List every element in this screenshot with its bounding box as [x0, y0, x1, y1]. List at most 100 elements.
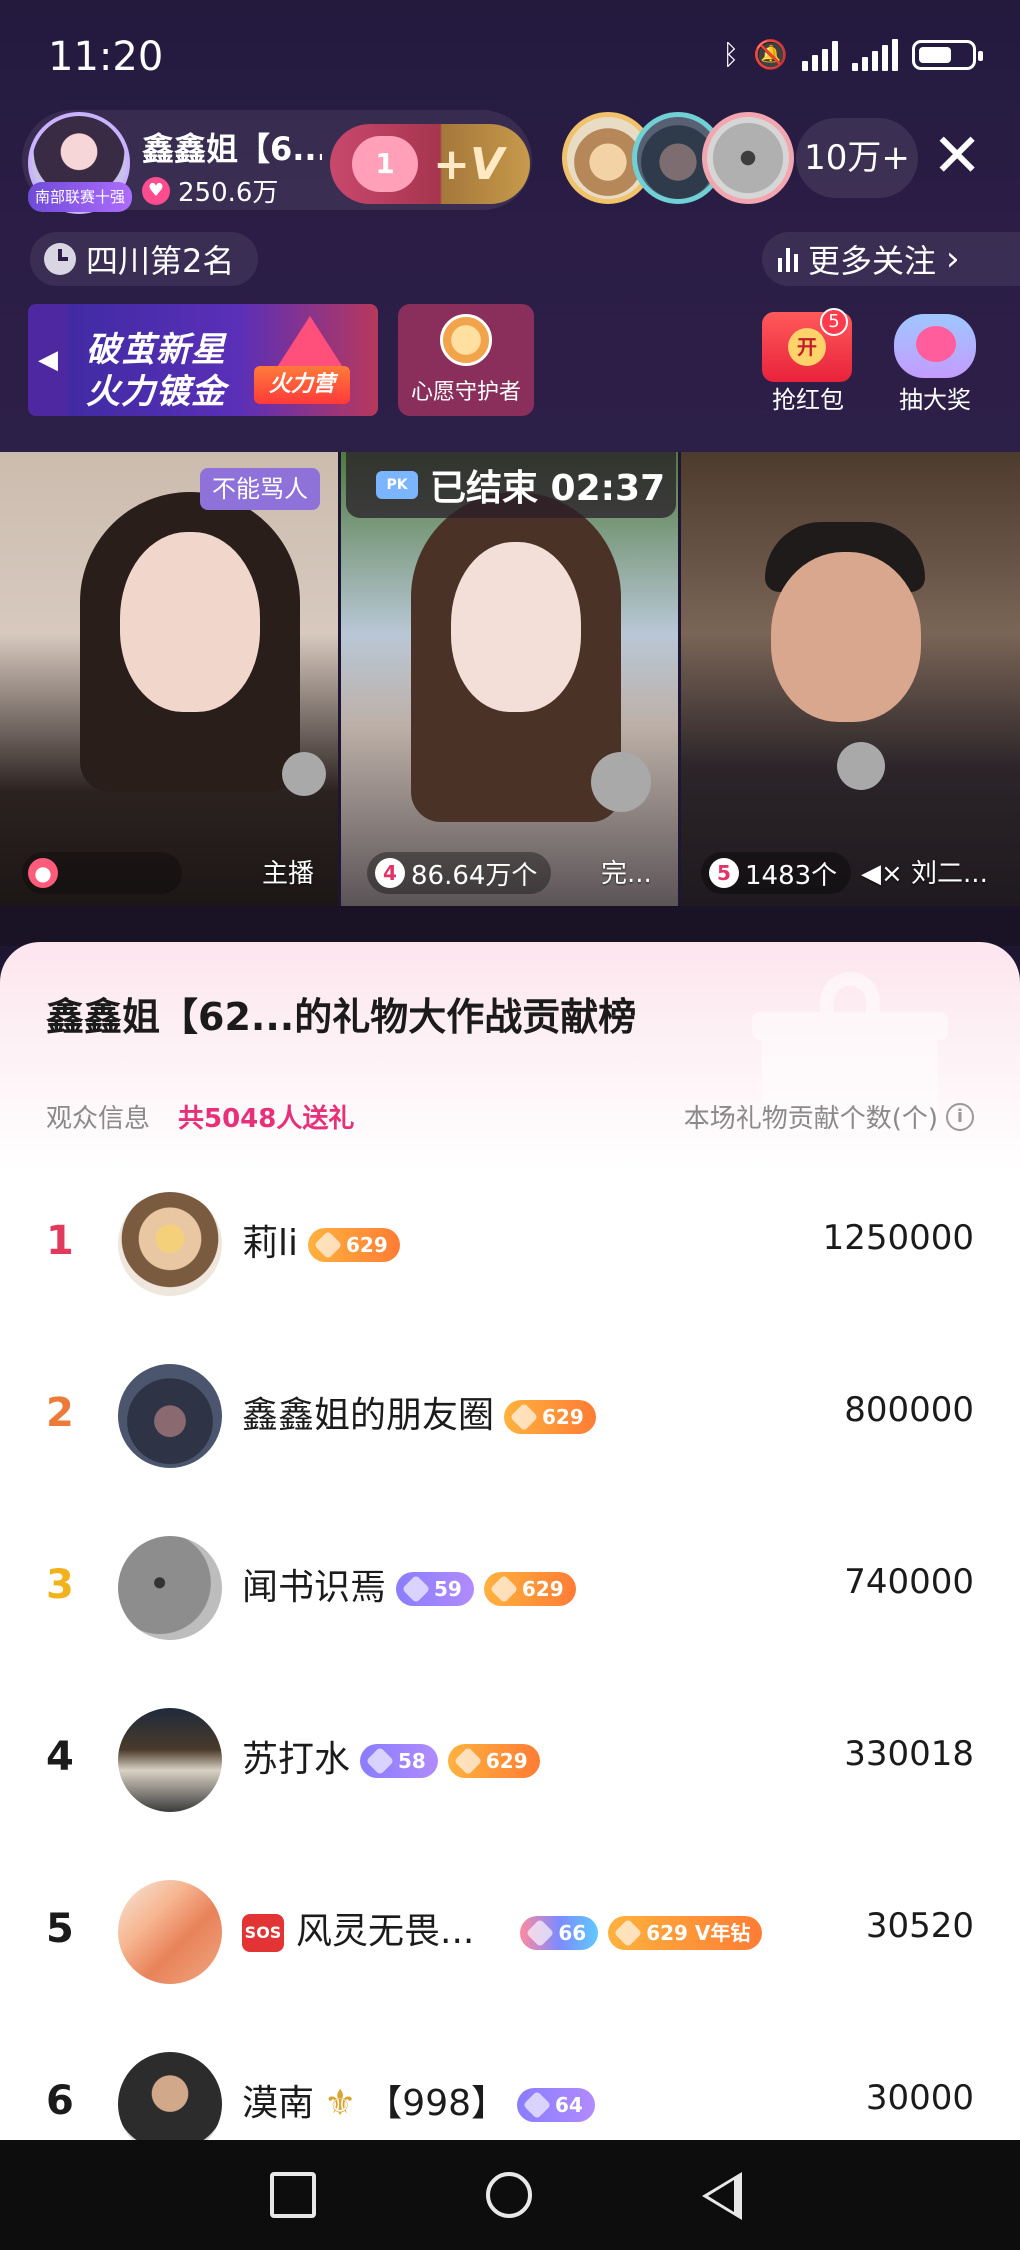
city-rank-label: 四川第2名	[86, 242, 235, 280]
avatar[interactable]	[118, 1192, 222, 1296]
red-packet-open-label: 开	[788, 328, 826, 366]
gift-score: 740000	[844, 1562, 974, 1602]
fan-level-badge: 629	[483, 1572, 576, 1606]
video-label-text: 刘二...	[911, 859, 988, 889]
red-packet-count: 5	[820, 308, 848, 336]
fleur-de-lis-icon: ⚜	[324, 2083, 357, 2124]
chevron-left-icon[interactable]: ◀	[28, 304, 68, 416]
host-likes-count: 250.6万	[178, 178, 279, 208]
username-text: 鑫鑫姐的朋友圈	[242, 1395, 495, 1436]
viewer-count[interactable]: 10万+	[796, 118, 918, 198]
clock-icon	[44, 243, 76, 275]
chart-bars-icon	[778, 246, 798, 272]
bluetooth-icon: ᛒ	[722, 38, 740, 71]
video-stat: 4 86.64万个	[367, 852, 552, 894]
username: 鑫鑫姐的朋友圈 629	[242, 1386, 596, 1438]
rank-number: 4	[46, 1734, 74, 1780]
video-tile-host[interactable]: 不能骂人 ● 主播	[0, 452, 338, 906]
fan-heart-icon: 1	[352, 136, 418, 192]
vip-level-badge: 66	[520, 1916, 599, 1950]
username-text: 闻书识焉	[242, 1567, 387, 1608]
top-viewers[interactable]	[562, 112, 794, 204]
status-time: 11:20	[48, 34, 164, 80]
flame-icon	[274, 316, 346, 372]
recents-button[interactable]	[270, 2172, 316, 2218]
close-icon[interactable]: ✕	[932, 126, 982, 186]
rank-badge: 4	[375, 858, 405, 888]
gift-count-header[interactable]: 本场礼物贡献个数(个) i	[684, 1098, 974, 1135]
gift-score: 330018	[844, 1734, 974, 1774]
microphone-icon	[591, 752, 651, 812]
follow-button[interactable]: 1 +V	[330, 124, 530, 204]
level-diamond-icon	[614, 1918, 643, 1948]
vip-level-badge: 58	[360, 1744, 438, 1778]
microphone-icon	[282, 752, 326, 796]
rank-number: 5	[46, 1906, 74, 1952]
more-follow-label: 更多关注	[808, 242, 937, 280]
avatar[interactable]	[118, 1708, 222, 1812]
tiger-icon	[440, 314, 492, 366]
video-label: 完...	[601, 859, 652, 889]
pk-icon: PK	[376, 471, 418, 499]
level-diamond-icon	[313, 1230, 343, 1260]
rank-number: 3	[46, 1562, 74, 1608]
video-strip	[0, 906, 1020, 946]
gift-sender-count: 共5048人送礼	[178, 1104, 355, 1134]
heart-icon	[916, 326, 956, 362]
red-packet-button[interactable]: 开 5 抢红包	[758, 300, 858, 416]
info-icon[interactable]: i	[946, 1102, 974, 1131]
rank-badge: 5	[709, 858, 739, 888]
username-suffix: 【998】	[366, 2083, 508, 2124]
username: 莉li 629	[242, 1214, 400, 1266]
event-banner[interactable]: ◀ 破茧新星 火力镀金 火力营	[28, 304, 378, 416]
list-item[interactable]: 5 SOS 风灵无畏... 66 629 V年钻 30520	[0, 1846, 1020, 2018]
avatar[interactable]	[118, 1536, 222, 1640]
video-label: 主播	[262, 859, 315, 889]
username-text: 风灵无畏...	[296, 1911, 475, 1952]
username: SOS 风灵无畏... 66 629 V年钻	[242, 1902, 763, 1954]
avatar[interactable]	[118, 1364, 222, 1468]
video-tile-2[interactable]: 4 86.64万个 完...	[341, 452, 678, 906]
battery-icon	[912, 39, 983, 70]
avatar[interactable]	[118, 1880, 222, 1984]
room-tag: 不能骂人	[200, 468, 320, 510]
lottery-button[interactable]: 抽大奖	[880, 300, 990, 416]
signal-2-icon	[852, 38, 898, 71]
streamer-face	[771, 552, 921, 722]
status-icons: ᛒ 🔕	[722, 38, 983, 71]
pk-ended-label: 已结束 02:37	[430, 468, 666, 509]
fan-level-badge: 629	[447, 1744, 540, 1778]
back-button[interactable]	[702, 2172, 742, 2220]
level-diamond-icon	[509, 1402, 539, 1432]
video-stat-value: 86.64万个	[411, 860, 538, 891]
video-label: ◀× 刘二...	[861, 853, 988, 890]
lottery-label: 抽大奖	[899, 386, 971, 414]
username: 苏打水 58 629	[242, 1730, 540, 1782]
more-follow-button[interactable]: 更多关注 ›	[762, 232, 1020, 286]
viewer-avatar[interactable]	[702, 112, 794, 204]
home-button[interactable]	[486, 2172, 532, 2218]
gift-score: 800000	[844, 1390, 974, 1430]
list-item[interactable]: 1 莉li 629 1250000	[0, 1158, 1020, 1330]
red-packet-label: 抢红包	[772, 386, 844, 414]
video-tile-3[interactable]: 5 1483个 ◀× 刘二...	[681, 452, 1020, 906]
heart-rank-icon: ●	[28, 858, 58, 888]
streamer-face	[451, 542, 581, 712]
wish-guardian-button[interactable]: 心愿守护者	[398, 304, 534, 416]
avatar[interactable]	[118, 2052, 222, 2142]
video-stat: ●	[22, 852, 182, 894]
rank-number: 2	[46, 1390, 74, 1436]
city-rank[interactable]: 四川第2名	[30, 232, 258, 286]
list-item[interactable]: 2 鑫鑫姐的朋友圈 629 800000	[0, 1330, 1020, 1502]
gem-icon	[522, 2090, 552, 2120]
list-item[interactable]: 4 苏打水 58 629 330018	[0, 1674, 1020, 1846]
microphone-icon	[837, 742, 885, 790]
username-text: 苏打水	[242, 1739, 351, 1780]
list-item[interactable]: 6 漠南 ⚜ 【998】 64 30000	[0, 2018, 1020, 2142]
list-item[interactable]: 3 闻书识焉 59 629 740000	[0, 1502, 1020, 1674]
mute-icon: ◀×	[861, 859, 903, 889]
viewer-info-label[interactable]: 观众信息	[46, 1098, 150, 1135]
host-likes: ♥ 250.6万	[142, 172, 278, 209]
gem-icon	[401, 1574, 431, 1604]
system-nav-bar	[0, 2140, 1020, 2250]
